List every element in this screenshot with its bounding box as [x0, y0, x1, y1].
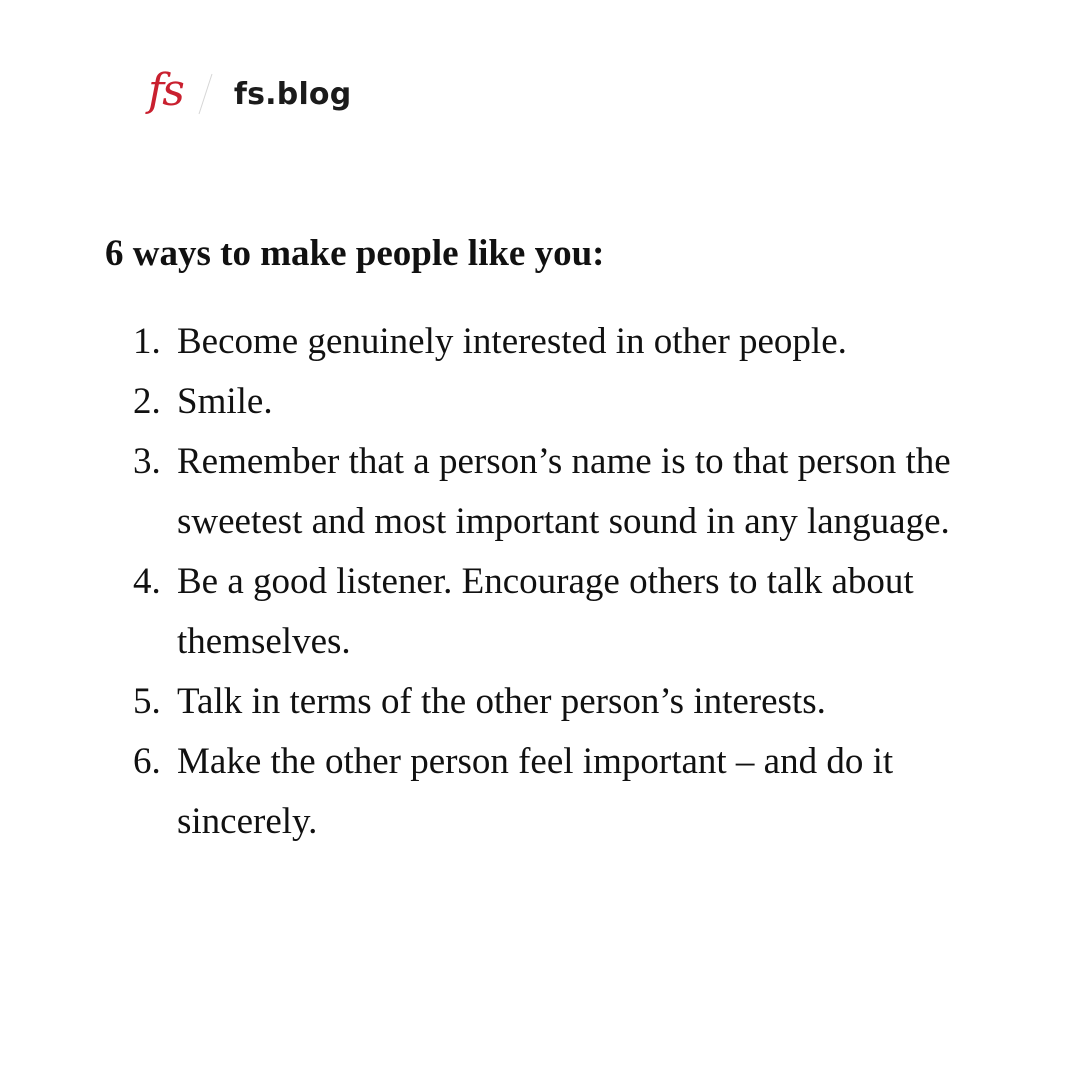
fs-logo: fs	[148, 65, 185, 116]
list-item: 1. Become genuinely interested in other …	[0, 312, 1000, 372]
item-text: Be a good listener. Encourage others to …	[177, 561, 914, 662]
item-text: Remember that a person’s name is to that…	[177, 441, 951, 542]
item-text: Make the other person feel important – a…	[177, 741, 894, 842]
list-item: 6. Make the other person feel important …	[0, 732, 1000, 852]
item-number: 3.	[133, 441, 161, 482]
item-number: 2.	[133, 381, 161, 422]
tips-list: 1. Become genuinely interested in other …	[0, 312, 1000, 852]
item-number: 4.	[133, 561, 161, 602]
site-name: fs.blog	[233, 76, 352, 112]
list-item: 3. Remember that a person’s name is to t…	[0, 432, 1000, 552]
list-item: 4. Be a good listener. Encourage others …	[0, 552, 1000, 672]
brand-header: fs fs.blog	[148, 66, 351, 122]
item-number: 6.	[133, 741, 161, 782]
item-text: Talk in terms of the other person’s inte…	[177, 681, 826, 722]
post-heading: 6 ways to make people like you:	[105, 233, 605, 274]
item-text: Become genuinely interested in other peo…	[177, 321, 847, 362]
item-number: 5.	[133, 681, 161, 722]
list-item: 2. Smile.	[0, 372, 1000, 432]
item-number: 1.	[133, 321, 161, 362]
post-card: fs fs.blog 6 ways to make people like yo…	[0, 0, 1080, 1080]
list-item: 5. Talk in terms of the other person’s i…	[0, 672, 1000, 732]
item-text: Smile.	[177, 381, 273, 422]
brand-divider	[198, 73, 213, 115]
